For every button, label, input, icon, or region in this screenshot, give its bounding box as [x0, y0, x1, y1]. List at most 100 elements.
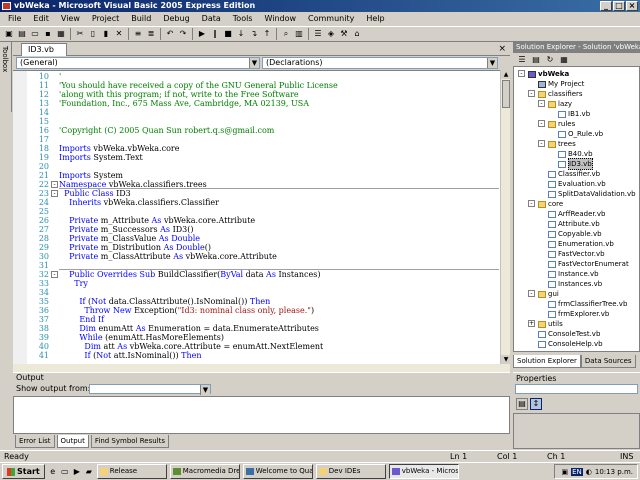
chevron-down-icon[interactable]: ▼ — [200, 385, 210, 395]
tree-item[interactable]: Attribute.vb — [548, 219, 600, 229]
copy-icon[interactable]: ▯ — [87, 28, 99, 40]
code-line[interactable]: 26 Private m_Attribute As vbWeka.core.At… — [13, 216, 500, 225]
menu-debug[interactable]: Debug — [157, 12, 195, 26]
code-line[interactable]: 35 If (Not data.ClassAttribute().IsNomin… — [13, 297, 500, 306]
menu-window[interactable]: Window — [258, 12, 302, 26]
code-line[interactable]: 11 'You should have received a copy of th… — [13, 81, 500, 90]
tab-error-list[interactable]: Error List — [15, 435, 55, 448]
tree-item[interactable]: Copyable.vb — [548, 229, 602, 239]
output-source-select[interactable]: ▼ — [89, 384, 211, 395]
menu-build[interactable]: Build — [125, 12, 157, 26]
scroll-up-icon[interactable]: ▲ — [501, 70, 511, 79]
scroll-thumb[interactable] — [502, 80, 510, 108]
menu-data[interactable]: Data — [196, 12, 227, 26]
code-line[interactable]: 12 'along with this program; if not, writ… — [13, 90, 500, 99]
tree-item[interactable]: O_Rule.vb — [558, 129, 603, 139]
method-name-combo[interactable]: (Declarations) ▼ — [262, 57, 498, 69]
code-line[interactable]: 19 Imports System.Text — [13, 153, 500, 162]
tree-item[interactable]: - core — [528, 199, 563, 209]
code-line[interactable]: 23- Public Class ID3 — [13, 189, 500, 198]
tree-item[interactable]: Classifier.vb — [548, 169, 600, 179]
tree-item[interactable]: Evaluation.vb — [548, 179, 606, 189]
taskbar-button[interactable]: Macromedia Dream... — [169, 464, 240, 479]
code-line[interactable]: 13 'Foundation, Inc., 675 Mass Ave, Cambr… — [13, 99, 500, 108]
new-project-icon[interactable]: ▣ — [3, 28, 15, 40]
tab-find-symbol-results[interactable]: Find Symbol Results — [90, 435, 170, 448]
tree-item[interactable]: FastVectorEnumerat — [548, 259, 629, 269]
taskbar-button[interactable]: Release — [96, 464, 167, 479]
code-editor[interactable]: 10 ' 11 'You should have received a copy of… — [13, 70, 500, 364]
chevron-down-icon[interactable]: ▼ — [487, 58, 497, 68]
code-line[interactable]: 24 Inherits vbWeka.classifiers.Classifie… — [13, 198, 500, 207]
paste-icon[interactable]: ▮ — [100, 28, 112, 40]
language-indicator[interactable]: EN — [571, 467, 583, 476]
code-line[interactable]: 36 Throw New Exception("Id3: nominal cla… — [13, 306, 500, 315]
collapse-icon[interactable]: - — [51, 271, 58, 278]
tree-item[interactable]: IB1.vb — [558, 109, 590, 119]
tree-item[interactable]: ConsoleHelp.vb — [538, 339, 603, 349]
tree-item[interactable]: - gui — [528, 289, 559, 299]
code-line[interactable]: 29 Private m_Distribution As Double() — [13, 243, 500, 252]
code-line[interactable]: 10 ' — [13, 72, 500, 81]
code-line[interactable]: 18 Imports vbWeka.vbWeka.core — [13, 144, 500, 153]
save-all-icon[interactable]: ▦ — [55, 28, 67, 40]
properties-icon[interactable]: ☰ — [312, 28, 324, 40]
tree-item[interactable]: My Project — [538, 79, 584, 89]
editor-vertical-scrollbar[interactable]: ▲ ▼ — [500, 70, 511, 364]
code-line[interactable]: 40 Dim att As vbWeka.core.Attribute = en… — [13, 342, 500, 351]
collapse-icon[interactable]: - — [538, 120, 545, 127]
tree-item[interactable]: + utils — [528, 319, 563, 329]
code-line[interactable]: 32- Public Overrides Sub BuildClassifier… — [13, 270, 500, 279]
cut-icon[interactable]: ✂ — [74, 28, 86, 40]
chevron-down-icon[interactable]: ▼ — [249, 58, 259, 68]
toolbox-icon[interactable]: ⚒ — [338, 28, 350, 40]
volume-icon[interactable]: ◐ — [586, 468, 592, 476]
maximize-button[interactable]: □ — [613, 1, 625, 11]
tree-item[interactable]: ArffReader.vb — [548, 209, 605, 219]
close-document-icon[interactable]: × — [498, 43, 506, 55]
code-line[interactable]: 17 — [13, 135, 500, 144]
code-line[interactable]: 25 — [13, 207, 500, 216]
tree-item[interactable]: - lazy — [538, 99, 572, 109]
menu-edit[interactable]: Edit — [27, 12, 55, 26]
scroll-down-icon[interactable]: ▼ — [501, 355, 511, 364]
taskbar-button[interactable]: Welcome to Quan S... — [242, 464, 313, 479]
properties-grid[interactable] — [513, 413, 640, 449]
code-line[interactable]: 30 Private m_ClassAttribute As vbWeka.co… — [13, 252, 500, 261]
pause-icon[interactable]: ‖ — [209, 28, 221, 40]
properties-icon[interactable]: ☰ — [516, 54, 528, 66]
folder-icon[interactable]: ▰ — [84, 467, 94, 477]
tree-item[interactable]: - trees — [538, 139, 576, 149]
alphabetical-icon[interactable]: ↕ — [530, 398, 542, 410]
tree-item[interactable]: Enumeration.vb — [548, 239, 614, 249]
redo-icon[interactable]: ↷ — [177, 28, 189, 40]
collapse-icon[interactable]: - — [528, 290, 535, 297]
step-over-icon[interactable]: ↴ — [248, 28, 260, 40]
network-icon[interactable]: ▣ — [561, 468, 568, 476]
tree-item[interactable]: Instances.vb — [548, 279, 602, 289]
tab-solution-explorer[interactable]: Solution Explorer — [513, 355, 581, 368]
ie-icon[interactable]: e — [48, 467, 58, 477]
collapse-icon[interactable]: - — [51, 181, 58, 188]
refresh-icon[interactable]: ↻ — [544, 54, 556, 66]
undo-icon[interactable]: ↶ — [164, 28, 176, 40]
categorized-icon[interactable]: ▤ — [516, 398, 528, 410]
tree-item[interactable]: frmExplorer.vb — [548, 309, 609, 319]
taskbar-button[interactable]: vbWeka - Microso... — [388, 464, 459, 479]
tree-item[interactable]: - classifiers — [528, 89, 583, 99]
code-line[interactable]: 28 Private m_ClassValue As Double — [13, 234, 500, 243]
expand-icon[interactable]: + — [528, 320, 535, 327]
tab-output[interactable]: Output — [56, 435, 89, 448]
save-icon[interactable]: ▪ — [42, 28, 54, 40]
view-code-icon[interactable]: ▦ — [558, 54, 570, 66]
collapse-icon[interactable]: - — [528, 200, 535, 207]
tree-item[interactable]: Instance.vb — [548, 269, 599, 279]
collapse-icon[interactable]: - — [528, 90, 535, 97]
tree-item[interactable]: ConsoleTest.vb — [538, 329, 600, 339]
start-debug-icon[interactable]: ▶ — [196, 28, 208, 40]
tree-item[interactable]: frmClassifierTree.vb — [548, 299, 627, 309]
add-item-icon[interactable]: ▤ — [16, 28, 28, 40]
delete-icon[interactable]: ✕ — [113, 28, 125, 40]
properties-object-select[interactable] — [515, 384, 638, 394]
output-text-area[interactable] — [13, 396, 510, 434]
